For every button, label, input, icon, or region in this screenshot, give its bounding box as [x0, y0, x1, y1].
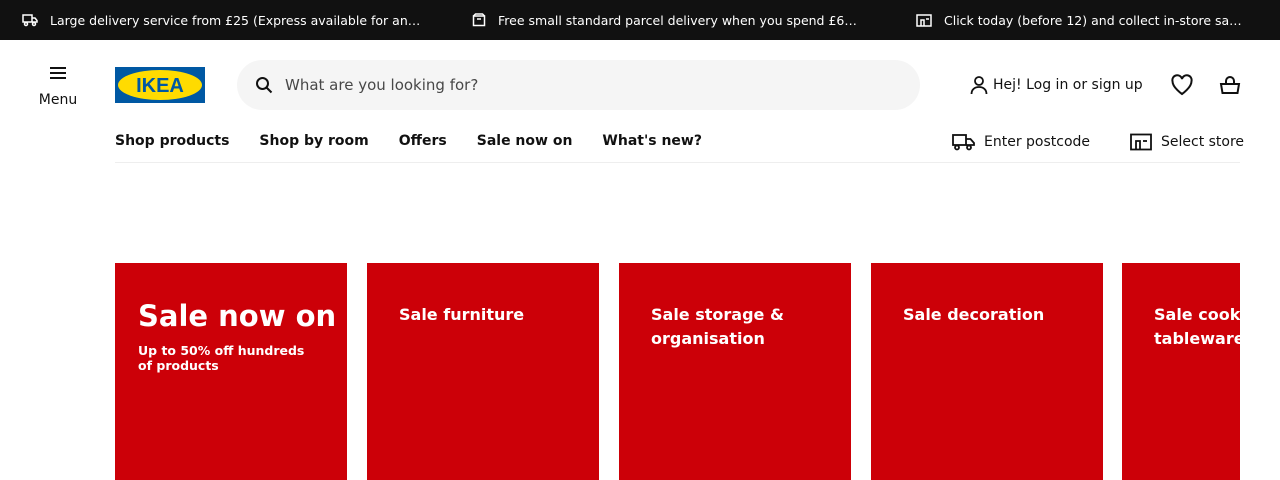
hero-subtitle: Up to 50% off hundreds of products [138, 343, 305, 373]
heart-icon[interactable] [1170, 74, 1194, 96]
tile-sale-cookware[interactable]: Sale cookware & tableware [1122, 263, 1240, 480]
announcement-click-collect[interactable]: Click today (before 12) and collect in-s… [916, 0, 1246, 40]
parcel-icon [472, 13, 486, 27]
menu-button[interactable]: Menu [30, 62, 86, 118]
hero-title: Sale now on [138, 299, 337, 333]
login-link[interactable]: Hej! Log in or sign up [969, 74, 1143, 96]
announcement-text: Click today (before 12) and collect in-s… [944, 12, 1246, 28]
user-icon [970, 76, 988, 95]
store-label: Select store [1161, 134, 1245, 150]
announcement-large-delivery[interactable]: Large delivery service from £25 (Express… [22, 0, 422, 40]
nav-offers[interactable]: Offers [399, 130, 447, 152]
announcement-text: Free small standard parcel delivery when… [498, 12, 857, 28]
menu-label: Menu [38, 92, 78, 108]
shopping-bag-icon[interactable] [1218, 73, 1242, 97]
nav-sale-now-on[interactable]: Sale now on [477, 130, 573, 152]
nav-shop-by-room[interactable]: Shop by room [259, 130, 368, 152]
login-label: Hej! Log in or sign up [993, 77, 1143, 93]
logo-wordmark: IKEA [136, 75, 184, 97]
hamburger-icon [50, 67, 66, 79]
search-icon [256, 77, 273, 94]
tile-sale-decoration[interactable]: Sale decoration [871, 263, 1103, 480]
tile-sale-storage[interactable]: Sale storage & organisation [619, 263, 851, 480]
sale-category-carousel: Sale now on Up to 50% off hundreds of pr… [115, 263, 1240, 480]
nav-whats-new[interactable]: What's new? [602, 130, 702, 152]
main-nav: Shop products Shop by room Offers Sale n… [115, 130, 732, 152]
delivery-truck-icon [22, 14, 38, 27]
tile-title: Sale cookware & tableware [1154, 305, 1240, 348]
store-icon [1130, 133, 1152, 151]
tile-sale-furniture[interactable]: Sale furniture [367, 263, 599, 480]
store-icon [916, 14, 932, 27]
tile-title: Sale decoration [903, 305, 1045, 324]
header-divider [115, 162, 1240, 163]
select-store-button[interactable]: Select store [1130, 131, 1244, 153]
announcement-text: Large delivery service from £25 (Express… [50, 12, 422, 28]
tile-title: Sale furniture [399, 305, 525, 324]
ikea-logo[interactable]: IKEA [115, 67, 205, 103]
search-bar[interactable] [237, 60, 920, 110]
postcode-label: Enter postcode [984, 134, 1091, 150]
announcement-bar: Large delivery service from £25 (Express… [0, 0, 1280, 40]
enter-postcode-button[interactable]: Enter postcode [952, 131, 1090, 153]
sale-hero-tile[interactable]: Sale now on Up to 50% off hundreds of pr… [115, 263, 347, 480]
delivery-truck-icon [952, 134, 975, 151]
search-input[interactable] [285, 76, 885, 94]
tile-title: Sale storage & organisation [651, 305, 784, 348]
announcement-parcel-delivery[interactable]: Free small standard parcel delivery when… [472, 0, 857, 40]
nav-shop-products[interactable]: Shop products [115, 130, 229, 152]
